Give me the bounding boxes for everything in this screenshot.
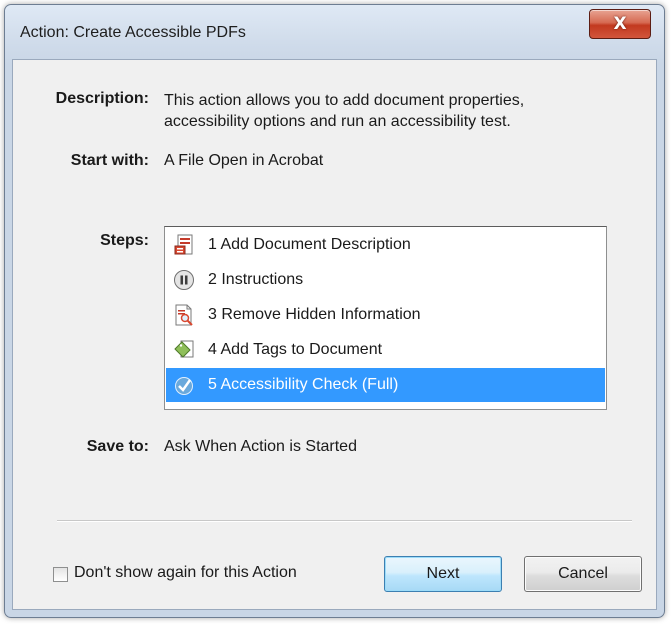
steps-list[interactable]: 1 Add Document Description 2 Instruction… xyxy=(164,226,607,410)
title-bar[interactable]: Action: Create Accessible PDFs X xyxy=(5,5,664,59)
window-title: Action: Create Accessible PDFs xyxy=(20,24,246,41)
step-label: 2 Instructions xyxy=(208,271,304,288)
step-item-instructions[interactable]: 2 Instructions xyxy=(166,263,605,297)
document-properties-icon xyxy=(172,233,196,257)
step-item-accessibility-check[interactable]: 5 Accessibility Check (Full) xyxy=(166,368,605,402)
step-item-remove-hidden-information[interactable]: 3 Remove Hidden Information xyxy=(166,298,605,332)
dialog-window: Action: Create Accessible PDFs X Descrip… xyxy=(4,4,665,618)
start-with-value: A File Open in Acrobat xyxy=(164,152,324,169)
step-item-add-document-description[interactable]: 1 Add Document Description xyxy=(166,228,605,262)
step-label: 3 Remove Hidden Information xyxy=(208,306,421,323)
pause-icon xyxy=(172,268,196,292)
description-line-1: This action allows you to add document p… xyxy=(164,92,525,109)
step-label: 4 Add Tags to Document xyxy=(208,341,383,358)
next-button[interactable]: Next xyxy=(384,556,502,592)
steps-label: Steps: xyxy=(100,232,149,249)
dont-show-again-checkbox[interactable] xyxy=(53,567,68,582)
separator xyxy=(57,520,632,522)
description-line-2: accessibility options and run an accessi… xyxy=(164,113,511,130)
step-label: 1 Add Document Description xyxy=(208,236,411,253)
save-to-label: Save to: xyxy=(86,438,149,455)
save-to-value: Ask When Action is Started xyxy=(164,438,357,455)
start-with-label: Start with: xyxy=(70,152,149,169)
accessibility-check-icon xyxy=(172,373,196,397)
close-button[interactable]: X xyxy=(589,9,651,39)
step-item-add-tags[interactable]: 4 Add Tags to Document xyxy=(166,333,605,367)
tag-icon xyxy=(172,338,196,362)
cancel-button[interactable]: Cancel xyxy=(524,556,642,592)
dialog-body: Description: This action allows you to a… xyxy=(12,59,657,610)
description-label: Description: xyxy=(55,90,149,107)
step-label: 5 Accessibility Check (Full) xyxy=(208,376,399,393)
dont-show-again-label[interactable]: Don't show again for this Action xyxy=(74,564,297,582)
search-document-icon xyxy=(172,303,196,327)
close-icon: X xyxy=(613,14,627,34)
